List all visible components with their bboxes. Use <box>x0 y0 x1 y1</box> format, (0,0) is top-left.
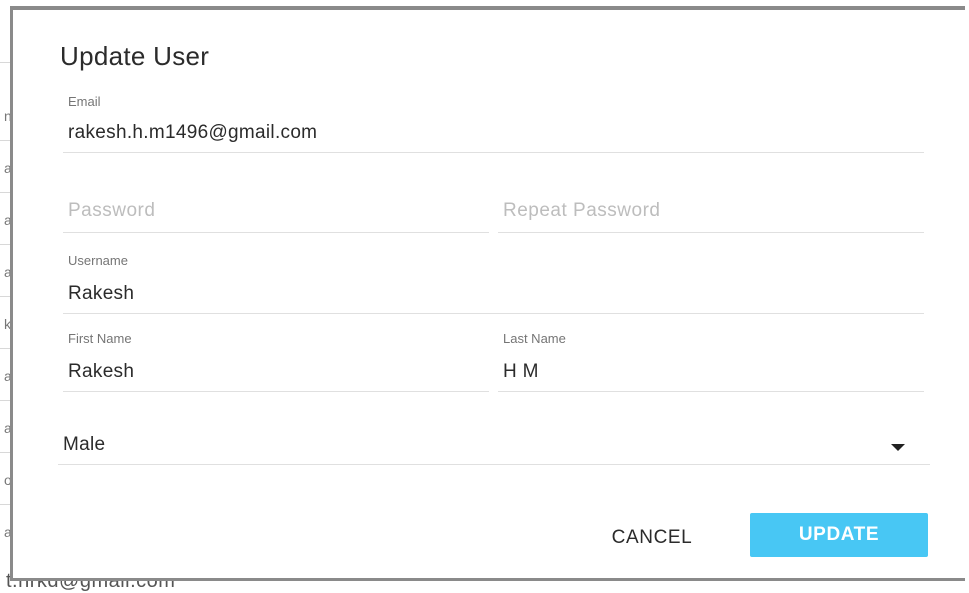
dropdown-arrow-icon[interactable] <box>891 444 905 451</box>
password-field[interactable]: Password <box>63 196 489 236</box>
email-field[interactable]: Email rakesh.h.m1496@gmail.com <box>63 94 924 154</box>
cancel-button[interactable]: CANCEL <box>588 516 716 560</box>
gender-underline <box>58 464 930 465</box>
repeat-password-underline <box>498 232 924 233</box>
first-name-label: First Name <box>68 331 132 346</box>
first-name-field[interactable]: First Name Rakesh <box>63 331 489 393</box>
repeat-password-input[interactable]: Repeat Password <box>503 200 660 222</box>
username-input[interactable]: Rakesh <box>68 283 134 305</box>
password-underline <box>63 232 489 233</box>
username-label: Username <box>68 253 128 268</box>
last-name-label: Last Name <box>503 331 566 346</box>
last-name-input[interactable]: H M <box>503 361 539 383</box>
gender-selected-value: Male <box>63 434 106 455</box>
update-user-dialog: Update User Email rakesh.h.m1496@gmail.c… <box>10 6 965 581</box>
username-field[interactable]: Username Rakesh <box>63 253 924 315</box>
gender-select[interactable]: Male <box>58 428 930 466</box>
last-name-underline <box>498 391 924 392</box>
email-input[interactable]: rakesh.h.m1496@gmail.com <box>68 122 317 144</box>
password-input[interactable]: Password <box>68 200 155 222</box>
last-name-field[interactable]: Last Name H M <box>498 331 924 393</box>
update-button[interactable]: UPDATE <box>750 513 928 557</box>
username-underline <box>63 313 924 314</box>
first-name-underline <box>63 391 489 392</box>
repeat-password-field[interactable]: Repeat Password <box>498 196 924 236</box>
dialog-title: Update User <box>60 41 210 71</box>
email-label: Email <box>68 94 101 109</box>
first-name-input[interactable]: Rakesh <box>68 361 134 383</box>
email-underline <box>63 152 924 153</box>
